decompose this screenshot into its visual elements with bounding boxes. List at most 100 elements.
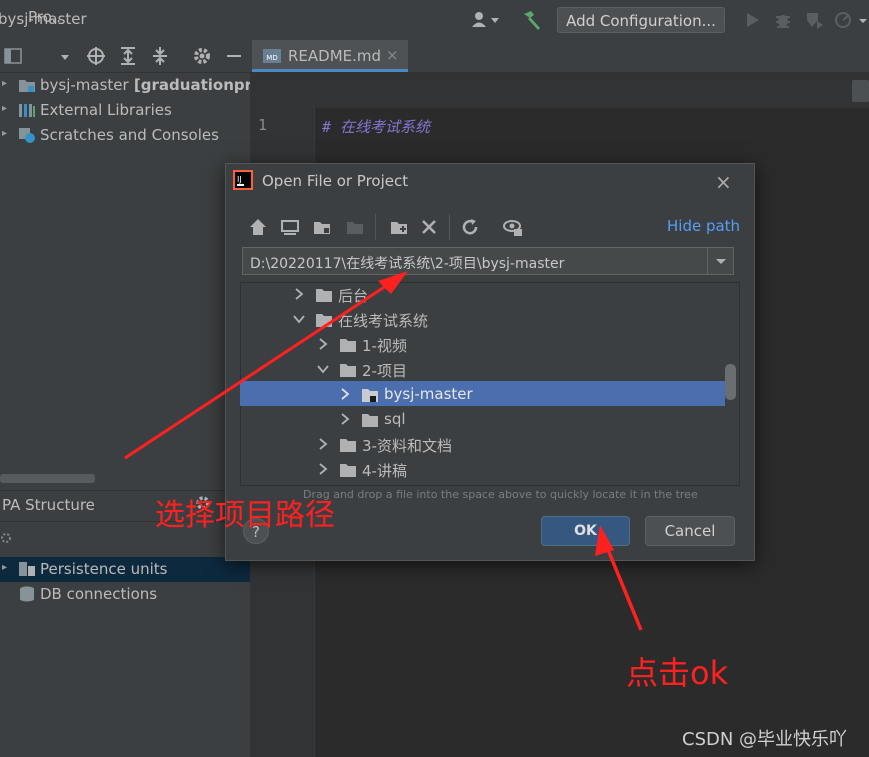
- folder-icon: [340, 339, 356, 352]
- new-folder-icon[interactable]: [388, 216, 410, 238]
- drag-drop-hint: Drag and drop a file into the space abov…: [303, 488, 698, 501]
- more-dropdown-icon[interactable]: [857, 10, 869, 30]
- chevron-right-icon[interactable]: [316, 437, 330, 451]
- markdown-file-icon: MD: [263, 49, 281, 63]
- toolbar-separator: [375, 214, 376, 240]
- refresh-icon[interactable]: [459, 216, 481, 238]
- path-history-dropdown-icon[interactable]: [707, 248, 734, 274]
- chevron-right-icon[interactable]: ▸: [2, 78, 7, 89]
- build-hammer-icon[interactable]: [521, 9, 543, 31]
- annotation-select-path: 选择项目路径: [155, 498, 335, 533]
- tree-item-folder-selected[interactable]: bysj-master: [338, 383, 718, 408]
- home-icon[interactable]: [247, 216, 269, 238]
- tree-label: 1-视频: [362, 337, 407, 355]
- tree-item-folder[interactable]: 2-项目: [316, 358, 716, 383]
- hide-path-link[interactable]: Hide path: [667, 217, 740, 235]
- folder-icon: [340, 364, 356, 377]
- folder-icon: [340, 464, 356, 477]
- tree-label: 3-资料和文档: [362, 437, 452, 455]
- show-hidden-files-icon[interactable]: [502, 216, 524, 238]
- tree-item-folder[interactable]: 后台: [292, 283, 722, 308]
- project-folder-icon[interactable]: [311, 216, 333, 238]
- project-panel: [0, 73, 250, 757]
- jpa-structure-title: PA Structure: [2, 496, 95, 514]
- file-tree-scrollbar[interactable]: [725, 364, 736, 400]
- tab-close-icon[interactable]: ×: [386, 46, 399, 64]
- tree-item-db-connections[interactable]: DB connections: [0, 582, 250, 607]
- folder-icon: [316, 289, 332, 302]
- profiler-icon[interactable]: [834, 10, 854, 30]
- tree-item-external-libraries[interactable]: ▸ External Libraries: [0, 98, 250, 123]
- add-configuration-button[interactable]: Add Configuration...: [557, 7, 725, 33]
- expand-all-icon[interactable]: [118, 46, 138, 66]
- chevron-right-icon[interactable]: ▸: [2, 103, 7, 114]
- user-icon[interactable]: [470, 10, 500, 30]
- close-icon[interactable]: ×: [715, 170, 732, 194]
- chevron-right-icon[interactable]: [316, 337, 330, 351]
- module-folder-icon[interactable]: [344, 216, 366, 238]
- tree-item-folder[interactable]: 1-视频: [316, 333, 716, 358]
- tree-label: 4-讲稿: [362, 462, 407, 480]
- project-root-suffix: [graduationproj: [133, 76, 250, 94]
- folder-icon: [316, 314, 332, 327]
- delete-icon[interactable]: [418, 216, 440, 238]
- coverage-icon[interactable]: [804, 10, 824, 30]
- loading-spinner-icon: [1, 533, 11, 543]
- tree-label: External Libraries: [40, 101, 172, 119]
- tree-label: Scratches and Consoles: [40, 126, 219, 144]
- persistence-units-icon: [19, 562, 35, 576]
- project-view-selector[interactable]: Pro..: [28, 8, 61, 26]
- chevron-right-icon[interactable]: [338, 412, 352, 426]
- tree-item-folder[interactable]: 4-讲稿: [316, 458, 716, 483]
- chevron-right-icon[interactable]: [316, 462, 330, 476]
- svg-text:MD: MD: [266, 54, 277, 62]
- tree-label: 在线考试系统: [338, 312, 429, 330]
- desktop-icon[interactable]: [279, 216, 301, 238]
- debug-icon[interactable]: [773, 10, 793, 30]
- editor-toolbar-strip: [250, 73, 869, 108]
- tree-label: 2-项目: [362, 362, 407, 380]
- preview-toggle-button[interactable]: [852, 80, 869, 102]
- watermark: CSDN @毕业快乐吖: [682, 729, 848, 750]
- code-line[interactable]: # 在线考试系统: [322, 116, 430, 137]
- annotation-click-ok: 点击ok: [626, 654, 729, 692]
- tree-item-persistence-units[interactable]: ▸ Persistence units: [0, 557, 250, 582]
- intellij-logo-icon: IJ: [233, 170, 253, 190]
- chevron-right-icon[interactable]: [338, 387, 352, 401]
- module-folder-icon: [19, 80, 35, 92]
- line-number: 1: [258, 116, 268, 134]
- folder-icon: [340, 439, 356, 452]
- tree-label: sql: [384, 410, 406, 428]
- tab-label: README.md: [288, 47, 382, 65]
- chevron-down-icon[interactable]: [60, 54, 70, 62]
- tree-label: bysj-master: [384, 385, 473, 403]
- path-input-value: D:\20220117\在线考试系统\2-项目\bysj-master: [250, 256, 565, 272]
- tree-item-folder[interactable]: 在线考试系统: [292, 308, 722, 333]
- tree-item-folder[interactable]: sql: [338, 408, 718, 433]
- locate-file-icon[interactable]: [86, 46, 106, 66]
- horizontal-scrollbar[interactable]: [0, 474, 95, 483]
- title-bar: [0, 0, 869, 41]
- folder-icon: [362, 414, 378, 427]
- chevron-down-icon[interactable]: [316, 362, 330, 376]
- tree-item-folder[interactable]: 3-资料和文档: [316, 433, 716, 458]
- tree-item-project-root[interactable]: ▸ bysj-master [graduationproj: [0, 73, 250, 98]
- collapse-all-icon[interactable]: [150, 46, 170, 66]
- svg-text:IJ: IJ: [237, 175, 242, 184]
- project-window-icon: [4, 48, 22, 64]
- chevron-right-icon[interactable]: ▸: [2, 128, 7, 139]
- project-root-name: bysj-master: [40, 76, 129, 94]
- ok-button[interactable]: OK: [541, 516, 630, 546]
- toolbar-separator: [449, 214, 450, 240]
- libraries-icon: [19, 104, 35, 117]
- tree-item-scratches[interactable]: ▸ Scratches and Consoles: [0, 123, 250, 148]
- chevron-down-icon[interactable]: [292, 312, 306, 326]
- cancel-button[interactable]: Cancel: [645, 516, 735, 546]
- chevron-right-icon[interactable]: ▸: [2, 562, 7, 573]
- minimize-icon[interactable]: [225, 46, 243, 66]
- run-icon[interactable]: [742, 10, 762, 30]
- module-folder-icon: [362, 389, 378, 402]
- gear-icon[interactable]: [192, 46, 212, 66]
- dialog-title: Open File or Project: [262, 172, 409, 190]
- chevron-right-icon[interactable]: [292, 287, 306, 301]
